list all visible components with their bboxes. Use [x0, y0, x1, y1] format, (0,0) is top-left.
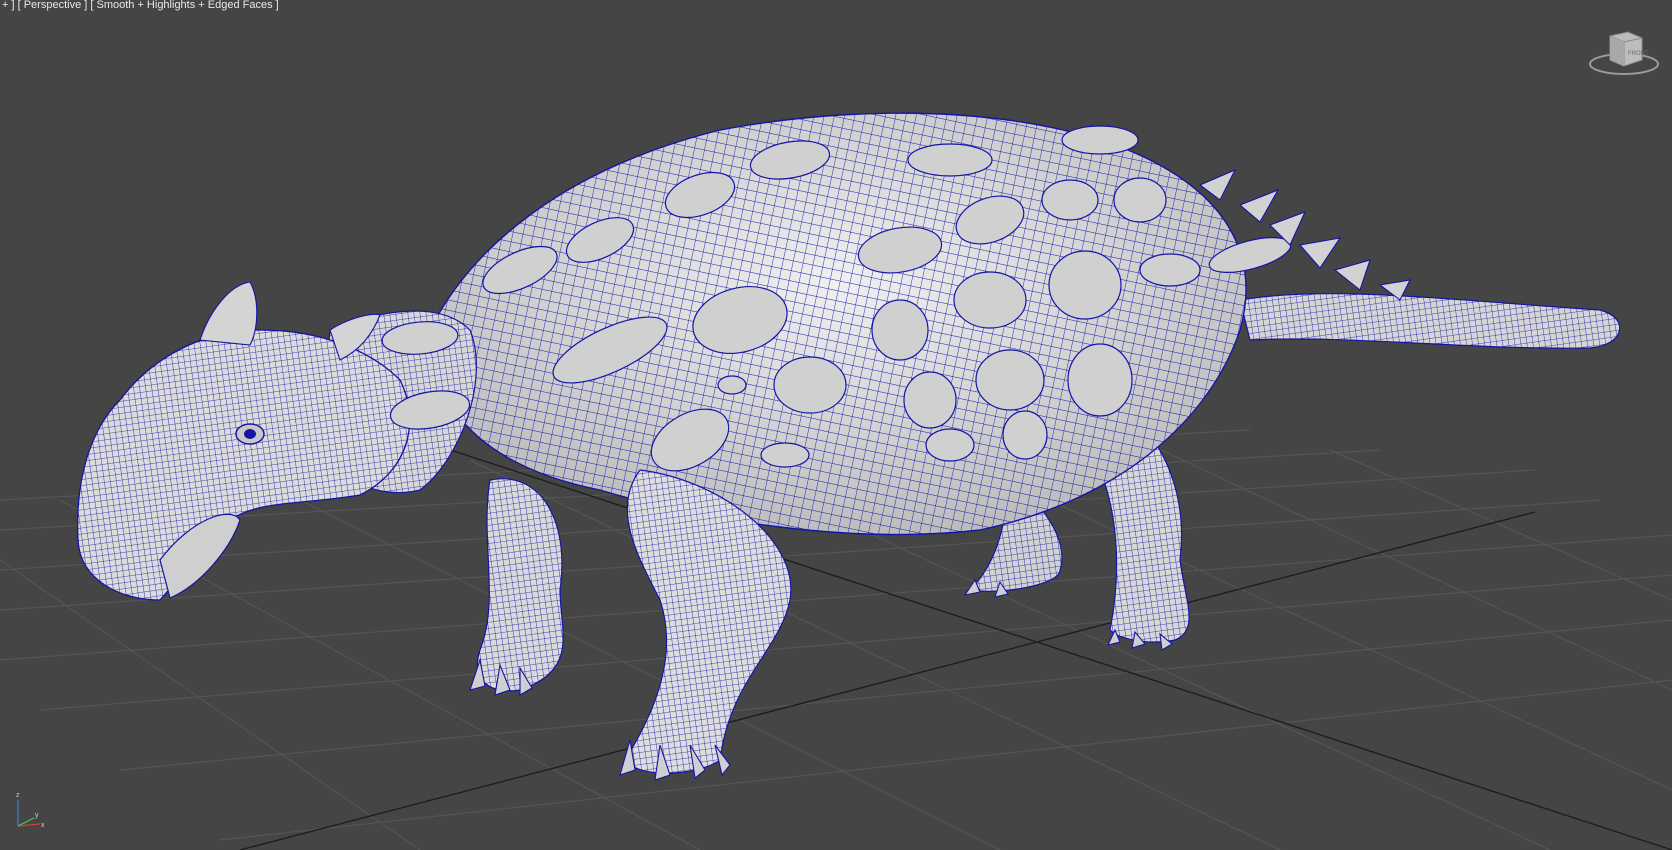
viewport-shading-label[interactable]: Smooth + Highlights + Edged Faces [96, 0, 272, 11]
axis-z-label: z [16, 792, 20, 799]
viewcube-face-label: FRONT [1628, 51, 1649, 57]
viewport-view-label[interactable]: Perspective [24, 0, 81, 11]
viewport-menu-plus[interactable]: + [2, 0, 8, 11]
perspective-viewport[interactable]: + ] [ Perspective ] [ Smooth + Highlight… [0, 0, 1672, 850]
viewcube[interactable]: FRONT [1588, 26, 1660, 78]
viewport-label[interactable]: + ] [ Perspective ] [ Smooth + Highlight… [2, 0, 279, 11]
viewport-canvas[interactable] [0, 0, 1672, 850]
viewcube-icon: FRONT [1589, 31, 1659, 75]
axis-y-label: y [35, 812, 39, 819]
ankylosaur-mesh[interactable] [76, 112, 1621, 781]
axis-tripod-icon: z y x [16, 792, 45, 829]
axis-tripod: z y x [8, 786, 48, 834]
axis-x-label: x [41, 822, 45, 829]
